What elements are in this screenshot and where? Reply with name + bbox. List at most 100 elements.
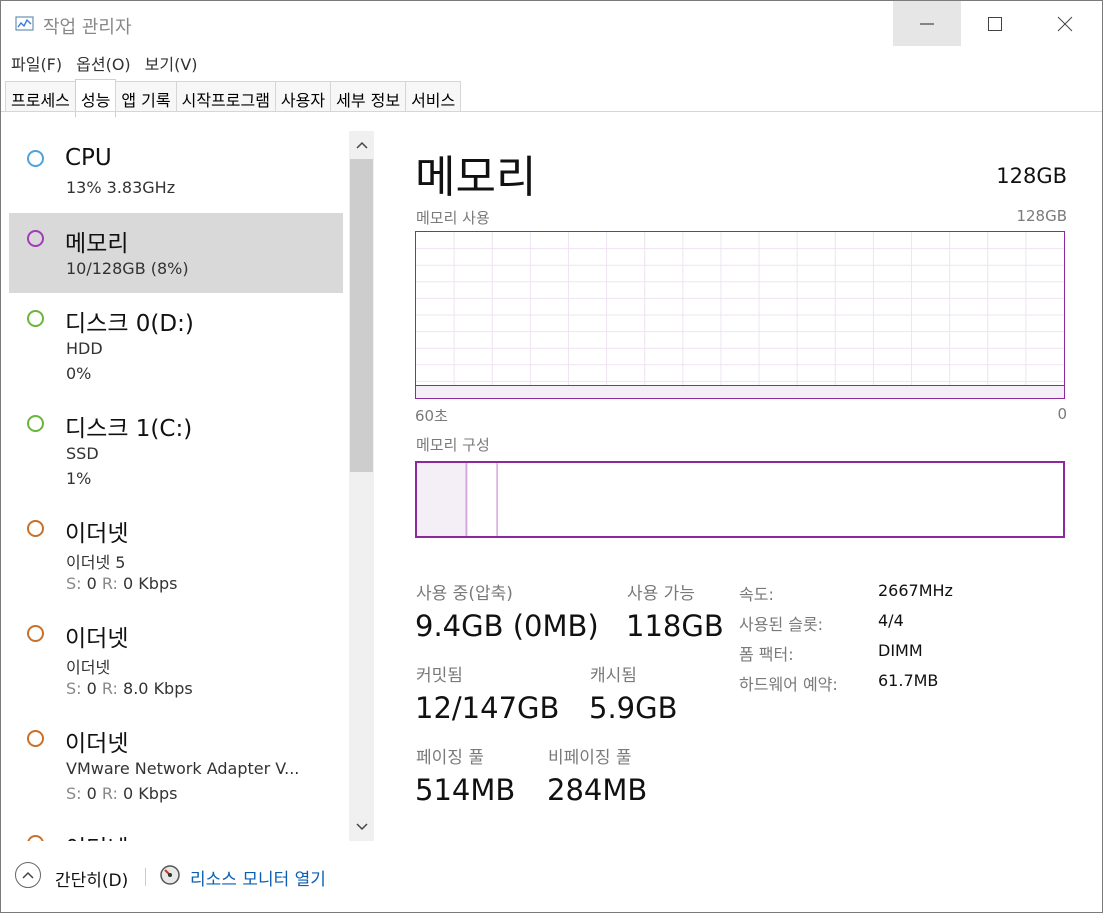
sidebar-item-label: 이더넷	[65, 829, 128, 841]
composition-in-use	[417, 463, 466, 536]
graph-axis-end: 0	[1057, 405, 1067, 423]
composition-caption: 메모리 구성	[416, 436, 490, 454]
cached-label: 캐시됨	[590, 666, 637, 686]
paged-pool-label: 페이징 풀	[416, 748, 484, 768]
nonpaged-pool-label: 비페이징 풀	[548, 748, 632, 768]
memory-usage-chart	[416, 232, 1064, 398]
sidebar-item-detail: HDD	[66, 339, 103, 358]
sidebar-item-detail: 이더넷 5	[66, 553, 126, 572]
tab-startup[interactable]: 시작프로그램	[175, 81, 276, 112]
sidebar-item-label: 메모리	[65, 231, 129, 257]
ethernet-status-icon	[27, 625, 44, 642]
memory-usage-area	[416, 385, 1064, 398]
fewer-details-button[interactable]	[15, 862, 41, 888]
speed-value: 2667MHz	[878, 581, 953, 600]
sidebar-item-detail: 1%	[66, 469, 92, 488]
memory-status-icon	[27, 230, 44, 247]
speed-label: 속도:	[739, 585, 774, 604]
in-use-value: 9.4GB (0MB)	[415, 609, 599, 643]
sidebar-item-detail: SSD	[66, 444, 99, 463]
composition-modified	[465, 463, 468, 536]
minimize-icon	[920, 23, 934, 24]
memory-usage-graph	[415, 231, 1065, 399]
resource-monitor-icon	[160, 865, 180, 885]
sidebar-item-cpu[interactable]: CPU 13% 3.83GHz	[9, 131, 343, 213]
scrollbar-thumb[interactable]	[350, 159, 373, 472]
form-factor-value: DIMM	[878, 641, 923, 660]
usage-graph-caption: 메모리 사용	[416, 209, 490, 227]
nonpaged-pool-value: 284MB	[547, 773, 648, 807]
sidebar-item-detail: 이더넷	[66, 658, 111, 677]
cached-value: 5.9GB	[589, 691, 678, 725]
open-resource-monitor-link[interactable]: 리소스 모니터 열기	[190, 865, 326, 890]
tab-divider	[1, 111, 1102, 112]
sidebar-item-disk-0[interactable]: 디스크 0(D:) HDD 0%	[9, 293, 343, 398]
sidebar-item-ethernet[interactable]: 이더넷 이더넷 S: 0 R: 8.0 Kbps	[9, 608, 343, 713]
sidebar-item-ethernet[interactable]: 이더넷	[9, 818, 343, 841]
maximize-icon	[988, 16, 1002, 31]
slots-label: 사용된 슬롯:	[739, 615, 824, 634]
footer-divider	[145, 868, 146, 886]
ethernet-status-icon	[27, 520, 44, 537]
tab-users[interactable]: 사용자	[274, 81, 332, 112]
hardware-reserved-value: 61.7MB	[878, 671, 939, 690]
slots-value: 4/4	[878, 611, 904, 630]
ethernet-status-icon	[27, 835, 44, 841]
minimize-button[interactable]	[893, 1, 961, 46]
committed-label: 커밋됨	[416, 666, 463, 686]
chevron-up-icon	[355, 141, 368, 149]
menu-bar: 파일(F) 옵션(O) 보기(V)	[1, 51, 202, 75]
total-memory: 128GB	[996, 164, 1067, 188]
window-title: 작업 관리자	[43, 17, 132, 38]
menu-view[interactable]: 보기(V)	[145, 51, 198, 75]
tab-bar: 프로세스 성능 앱 기록 시작프로그램 사용자 세부 정보 서비스	[5, 79, 462, 117]
cpu-status-icon	[27, 150, 44, 167]
page-title: 메모리	[415, 152, 537, 203]
task-manager-icon	[15, 16, 34, 31]
sidebar-item-memory[interactable]: 메모리 10/128GB (8%)	[9, 213, 343, 293]
sidebar-item-throughput: S: 0 R: 8.0 Kbps	[66, 679, 193, 698]
tab-details[interactable]: 세부 정보	[330, 81, 407, 112]
sidebar-item-throughput: S: 0 R: 0 Kbps	[66, 574, 178, 593]
sidebar-item-label: 이더넷	[65, 626, 129, 652]
sidebar-item-label: 디스크 1(C:)	[65, 416, 193, 442]
resource-list: CPU 13% 3.83GHz 메모리 10/128GB (8%) 디스크 0(…	[9, 131, 344, 841]
scroll-down-button[interactable]	[349, 815, 374, 839]
sidebar-scrollbar[interactable]	[349, 131, 374, 841]
graph-axis-start: 60초	[415, 407, 448, 425]
footer-bar: 간단히(D) 리소스 모니터 열기	[1, 856, 1102, 896]
sidebar-item-detail: 10/128GB (8%)	[66, 259, 189, 278]
scroll-up-button[interactable]	[349, 133, 374, 157]
tab-processes[interactable]: 프로세스	[5, 81, 76, 112]
disk-status-icon	[27, 415, 44, 432]
chevron-up-icon	[22, 871, 34, 879]
paged-pool-value: 514MB	[415, 773, 516, 807]
sidebar-item-label: CPU	[65, 145, 112, 171]
available-label: 사용 가능	[627, 584, 695, 604]
sidebar-item-ethernet[interactable]: 이더넷 VMware Network Adapter V... S: 0 R: …	[9, 713, 343, 818]
tab-services[interactable]: 서비스	[405, 81, 462, 112]
sidebar-item-detail: 13% 3.83GHz	[66, 178, 176, 197]
sidebar-item-ethernet[interactable]: 이더넷 이더넷 5 S: 0 R: 0 Kbps	[9, 503, 343, 608]
menu-options[interactable]: 옵션(O)	[76, 51, 131, 75]
fewer-details-label[interactable]: 간단히(D)	[55, 866, 128, 891]
menu-file[interactable]: 파일(F)	[11, 51, 62, 75]
in-use-label: 사용 중(압축)	[416, 584, 513, 604]
tab-app-history[interactable]: 앱 기록	[115, 81, 177, 112]
sidebar-item-label: 이더넷	[65, 731, 129, 757]
sidebar-item-detail: 0%	[66, 364, 92, 383]
maximize-button[interactable]	[961, 1, 1029, 46]
sidebar-item-disk-1[interactable]: 디스크 1(C:) SSD 1%	[9, 398, 343, 503]
form-factor-label: 폼 팩터:	[739, 645, 794, 664]
sidebar-item-throughput: S: 0 R: 0 Kbps	[66, 784, 178, 803]
sidebar-item-label: 이더넷	[65, 521, 129, 547]
close-icon	[1057, 16, 1073, 31]
chevron-down-icon	[355, 823, 368, 831]
usage-graph-max: 128GB	[1016, 207, 1067, 225]
title-bar[interactable]: 작업 관리자	[1, 1, 1102, 47]
memory-detail-panel: 메모리 128GB 메모리 사용 128GB 60초 0 메모리 구성 사용 중…	[415, 131, 1067, 851]
ethernet-status-icon	[27, 730, 44, 747]
memory-composition-chart	[417, 463, 498, 536]
committed-value: 12/147GB	[415, 691, 560, 725]
close-button[interactable]	[1031, 1, 1099, 46]
